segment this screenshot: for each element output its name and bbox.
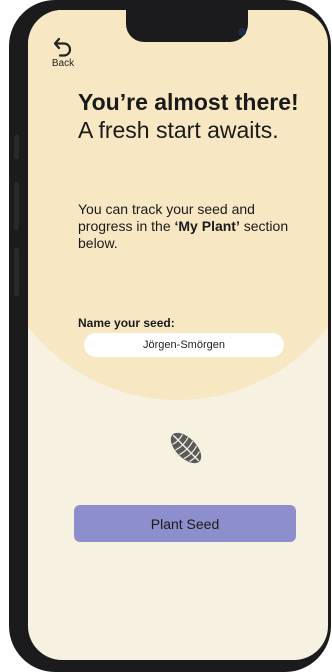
notch xyxy=(126,10,248,42)
seed-name-input[interactable] xyxy=(84,333,284,357)
back-button[interactable]: Back xyxy=(48,36,78,69)
cacao-seed-icon xyxy=(166,428,206,473)
title-bold: You’re almost there! xyxy=(78,89,299,115)
phone-frame: Back You’re almost there! A fresh start … xyxy=(9,0,331,672)
undo-arrow-icon xyxy=(53,37,72,57)
back-label: Back xyxy=(51,58,75,69)
page-title: You’re almost there! A fresh start await… xyxy=(78,88,308,144)
screen: Back You’re almost there! A fresh start … xyxy=(28,10,328,660)
volume-down-button xyxy=(14,248,19,296)
volume-up-button xyxy=(14,182,19,230)
title-rest: A fresh start awaits. xyxy=(78,117,279,143)
description: You can track your seed and progress in … xyxy=(78,201,303,252)
mute-switch xyxy=(14,135,19,159)
camera xyxy=(238,28,246,36)
seed-name-label: Name your seed: xyxy=(78,316,175,330)
plant-seed-button[interactable]: Plant Seed xyxy=(74,505,296,542)
desc-bold: ‘My Plant’ xyxy=(174,218,240,234)
